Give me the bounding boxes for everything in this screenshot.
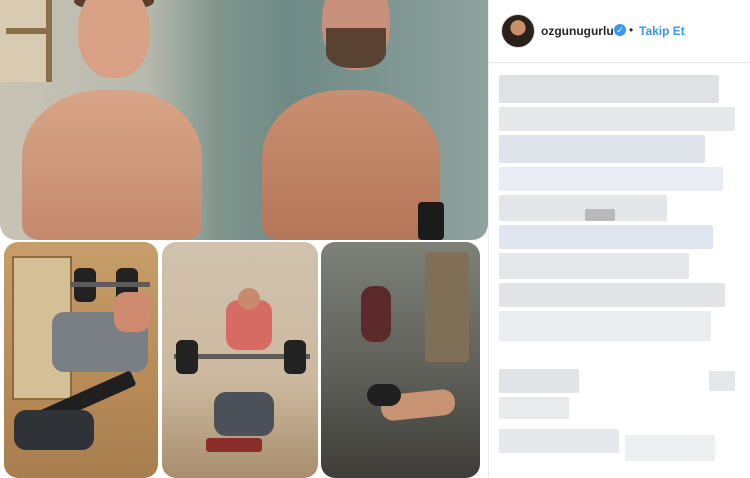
username-link[interactable]: ozgunugurlu (541, 24, 614, 38)
verified-badge-icon: ✓ (614, 24, 626, 36)
post-sidebar: ozgunugurlu ✓ • Takip Et (488, 0, 750, 478)
figure-lying (214, 392, 274, 436)
person-after (262, 0, 444, 240)
figure-shorts (367, 384, 401, 406)
barbell (70, 282, 150, 287)
photo-barbell-rows (162, 242, 318, 478)
weight-plate (176, 340, 198, 374)
post-header: ozgunugurlu ✓ • Takip Et (489, 0, 750, 63)
photo-gym-floor (321, 242, 480, 478)
person-before (22, 0, 202, 240)
post-media[interactable] (0, 0, 488, 478)
photo-bench-press (4, 242, 158, 478)
avatar[interactable] (501, 14, 535, 48)
figure-head (238, 288, 260, 310)
figure-shorts (14, 410, 94, 450)
photo-before-after (0, 0, 488, 240)
follow-button[interactable]: Takip Et (639, 24, 685, 38)
cabinet (425, 252, 469, 362)
weight-plate (284, 340, 306, 374)
figure-arm (114, 292, 150, 332)
figure-standing (361, 286, 391, 342)
blurred-caption (489, 63, 750, 478)
bench (206, 438, 262, 452)
separator: • (629, 23, 634, 37)
window-frame (0, 0, 52, 82)
wristband (418, 202, 444, 240)
